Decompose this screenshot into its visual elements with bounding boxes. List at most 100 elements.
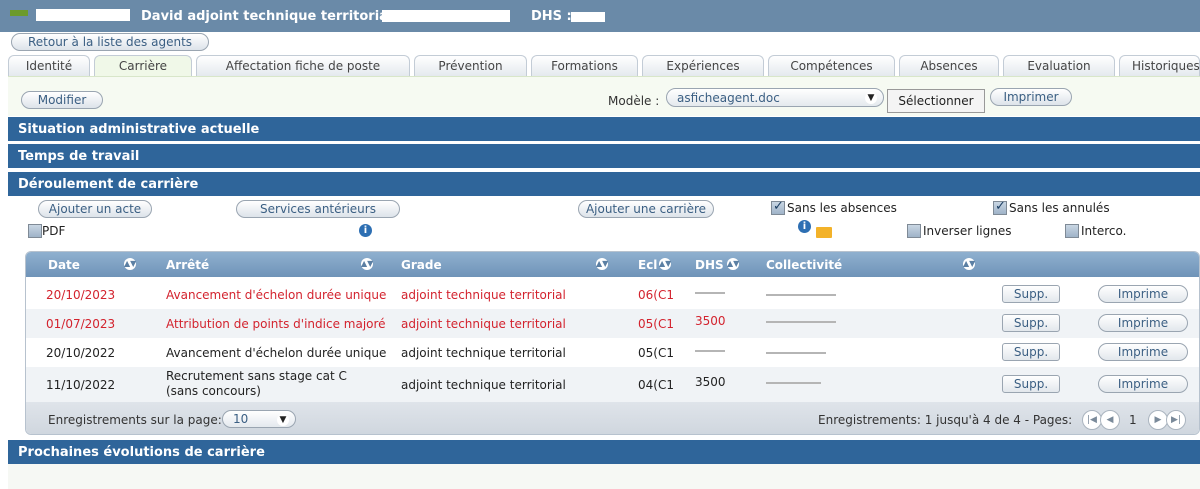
supp-button[interactable]: Supp.: [1002, 314, 1060, 332]
first-page-icon[interactable]: |◀: [1082, 410, 1102, 430]
table-row[interactable]: 11/10/2022 Recrutement sans stage cat C …: [26, 367, 1199, 402]
supp-button[interactable]: Supp.: [1002, 375, 1060, 393]
cell-date: 01/07/2023: [46, 317, 116, 331]
redacted-collectivite: [766, 294, 836, 296]
cell-dhs: 3500: [695, 314, 726, 328]
col-collectivite[interactable]: Collectivité: [766, 258, 842, 272]
last-page-icon[interactable]: ▶|: [1166, 410, 1186, 430]
tab-experiences[interactable]: Expériences: [642, 55, 764, 76]
col-arrete[interactable]: Arrêté: [166, 258, 209, 272]
sort-icon[interactable]: ▲▼: [659, 258, 671, 270]
sans-annules-checkbox[interactable]: [993, 199, 1007, 215]
imprime-button[interactable]: Imprime: [1098, 314, 1188, 332]
interco-label: Interco.: [1081, 224, 1127, 238]
agent-name-title: David adjoint technique territorial: [141, 9, 393, 24]
supp-button[interactable]: Supp.: [1002, 343, 1060, 361]
table-footer: Enregistrements sur la page: 10 ▼ Enregi…: [26, 402, 1199, 434]
tab-identite[interactable]: Identité: [8, 55, 90, 76]
table-row[interactable]: 20/10/2023 Avancement d'échelon durée un…: [26, 280, 1199, 309]
redacted-collectivite: [766, 321, 836, 323]
redacted-collectivite: [766, 382, 821, 384]
sort-icon[interactable]: ▲▼: [596, 258, 608, 270]
col-grade[interactable]: Grade: [401, 258, 442, 272]
redacted-dhs-value: [695, 292, 725, 294]
cell-ecl: 04(C1: [638, 378, 674, 392]
envelope-icon[interactable]: [816, 227, 832, 238]
agent-header-bar: David adjoint technique territorial DHS …: [0, 0, 1200, 32]
redacted-collectivite: [766, 352, 826, 354]
cell-arrete: Attribution de points d'indice majoré: [166, 317, 386, 331]
imprime-button[interactable]: Imprime: [1098, 343, 1188, 361]
info-icon[interactable]: i: [798, 220, 811, 233]
section-prochaines-evolutions[interactable]: Prochaines évolutions de carrière: [8, 440, 1200, 464]
modele-label: Modèle :: [608, 94, 660, 108]
pdf-checkbox[interactable]: [28, 224, 42, 238]
cell-grade: adjoint technique territorial: [401, 346, 566, 360]
tab-affectation[interactable]: Affectation fiche de poste: [196, 55, 410, 76]
inverser-lignes-checkbox[interactable]: [907, 224, 921, 238]
modele-select[interactable]: asficheagent.doc ▼: [666, 88, 884, 107]
ajouter-carriere-button[interactable]: Ajouter une carrière: [578, 200, 714, 218]
sort-icon[interactable]: ▲▼: [361, 258, 373, 270]
page-size-label: Enregistrements sur la page:: [48, 413, 222, 427]
redacted-dhs-value: [695, 350, 725, 352]
records-summary: Enregistrements: 1 jusqu'à 4 de 4 - Page…: [818, 413, 1073, 427]
col-dhs[interactable]: DHS: [695, 258, 724, 272]
cell-date: 20/10/2023: [46, 288, 116, 302]
section-situation[interactable]: Situation administrative actuelle: [8, 117, 1200, 141]
cell-grade: adjoint technique territorial: [401, 317, 566, 331]
ajouter-acte-button[interactable]: Ajouter un acte: [38, 200, 152, 218]
tab-absences[interactable]: Absences: [899, 55, 999, 76]
sort-icon[interactable]: ▲▼: [727, 258, 739, 270]
redacted-dhs: [571, 12, 605, 22]
imprime-button[interactable]: Imprime: [1098, 375, 1188, 393]
interco-checkbox[interactable]: [1065, 224, 1079, 238]
pdf-label: PDF: [42, 224, 66, 238]
tab-prevention[interactable]: Prévention: [414, 55, 527, 76]
modele-select-value: asficheagent.doc: [677, 90, 780, 105]
supp-button[interactable]: Supp.: [1002, 285, 1060, 303]
modifier-button[interactable]: Modifier: [21, 91, 103, 109]
tab-evaluation[interactable]: Evaluation: [1003, 55, 1115, 76]
tab-competences[interactable]: Compétences: [768, 55, 895, 76]
cell-arrete: Avancement d'échelon durée unique: [166, 346, 387, 360]
sans-annules-label: Sans les annulés: [1009, 201, 1110, 215]
bottom-strip: [8, 464, 1200, 489]
cell-arrete-line2: (sans concours): [166, 384, 261, 398]
cell-grade: adjoint technique territorial: [401, 378, 566, 392]
page-size-select[interactable]: 10 ▼: [222, 410, 296, 428]
cell-grade: adjoint technique territorial: [401, 288, 566, 302]
table-row[interactable]: 20/10/2022 Avancement d'échelon durée un…: [26, 338, 1199, 367]
cell-date: 20/10/2022: [46, 346, 116, 360]
sort-icon[interactable]: ▲▼: [963, 258, 975, 270]
services-anterieurs-button[interactable]: Services antérieurs: [236, 200, 400, 218]
cell-arrete: Recrutement sans stage cat C: [166, 369, 347, 383]
prev-page-icon[interactable]: ◀: [1100, 410, 1120, 430]
carriere-table: Date ▲▼ Arrêté ▲▼ Grade ▲▼ Ecl ▲▼ DHS ▲▼…: [25, 251, 1200, 435]
cell-dhs: 3500: [695, 375, 726, 389]
col-ecl[interactable]: Ecl: [638, 258, 657, 272]
table-row[interactable]: 01/07/2023 Attribution de points d'indic…: [26, 309, 1199, 338]
cell-ecl: 05(C1: [638, 317, 674, 331]
section-deroulement[interactable]: Déroulement de carrière: [8, 172, 1200, 196]
sans-absences-checkbox[interactable]: [771, 199, 785, 215]
cell-ecl: 06(C1: [638, 288, 674, 302]
sort-icon[interactable]: ▲▼: [124, 258, 136, 270]
tab-historiques[interactable]: Historiques: [1119, 55, 1200, 76]
imprimer-button[interactable]: Imprimer: [990, 88, 1072, 106]
selectionner-button[interactable]: Sélectionner: [887, 89, 985, 113]
next-page-icon[interactable]: ▶: [1148, 410, 1168, 430]
section-temps-travail[interactable]: Temps de travail: [8, 144, 1200, 168]
chevron-down-icon: ▼: [865, 92, 877, 104]
col-date[interactable]: Date: [48, 258, 80, 272]
back-to-agents-button[interactable]: Retour à la liste des agents: [11, 33, 209, 51]
status-indicator: [10, 10, 28, 16]
info-icon[interactable]: i: [359, 224, 372, 237]
tab-formations[interactable]: Formations: [531, 55, 638, 76]
imprime-button[interactable]: Imprime: [1098, 285, 1188, 303]
dhs-label: DHS :: [531, 9, 572, 24]
cell-arrete: Avancement d'échelon durée unique: [166, 288, 387, 302]
tab-carriere[interactable]: Carrière: [94, 55, 192, 76]
chevron-down-icon: ▼: [277, 414, 289, 426]
page-size-value: 10: [233, 412, 249, 426]
